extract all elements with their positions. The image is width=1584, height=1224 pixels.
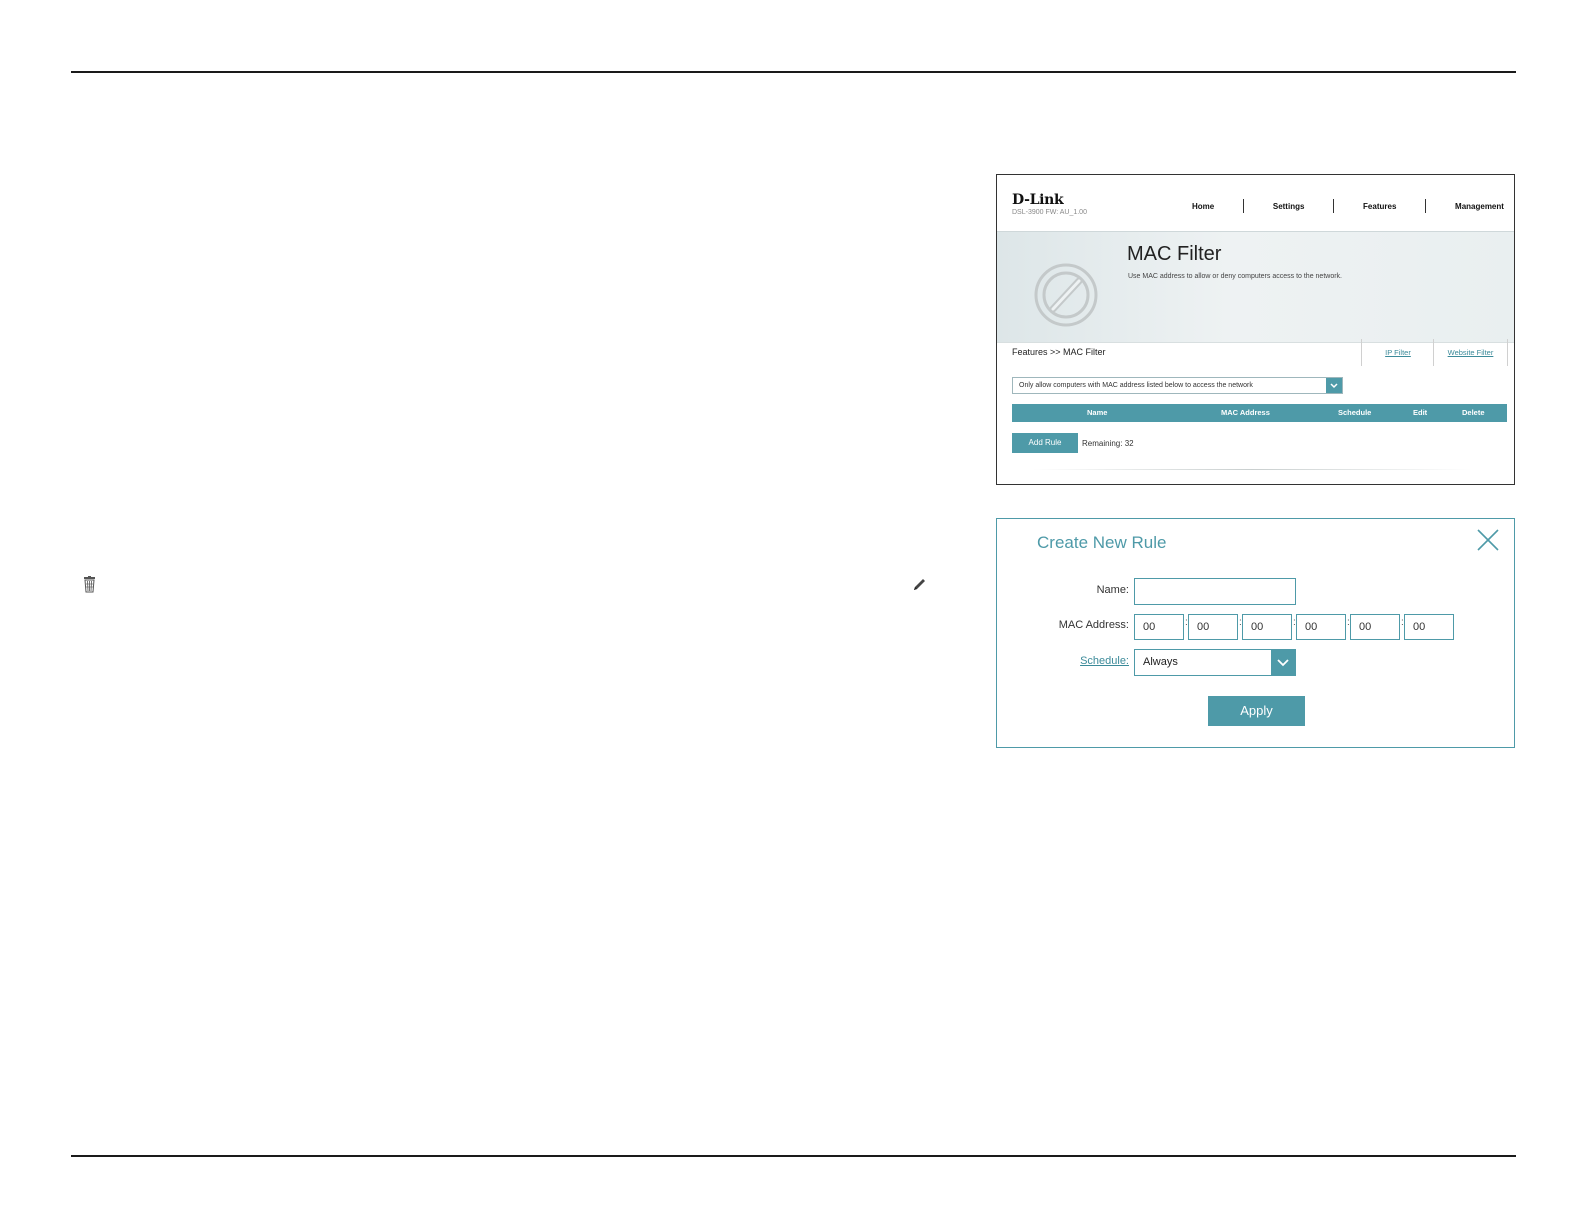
main-nav: Home Settings Features Management (1192, 199, 1504, 213)
col-delete: Delete (1462, 408, 1485, 417)
filter-mode-value: Only allow computers with MAC address li… (1019, 382, 1253, 389)
select-arrow (1326, 378, 1342, 393)
nav-divider (1425, 199, 1427, 213)
nav-settings[interactable]: Settings (1273, 202, 1305, 211)
apply-button[interactable]: Apply (1208, 696, 1305, 726)
nav-features[interactable]: Features (1363, 202, 1396, 211)
dlink-logo: D-Link (1012, 192, 1064, 208)
schedule-select[interactable]: Always (1134, 649, 1296, 676)
bottom-rule (71, 1155, 1516, 1157)
col-name: Name (1087, 408, 1108, 417)
blocked-icon (1034, 263, 1098, 327)
schedule-link[interactable]: Schedule: (1009, 655, 1129, 667)
close-icon[interactable] (1476, 528, 1500, 552)
name-field[interactable] (1134, 578, 1296, 605)
dialog-title: Create New Rule (1037, 533, 1167, 552)
create-rule-dialog: Create New Rule Name: MAC Address: 00 : … (996, 518, 1515, 748)
col-schedule: Schedule (1338, 408, 1372, 417)
ip-filter-link[interactable]: IP Filter (1361, 339, 1434, 366)
col-edit: Edit (1413, 408, 1428, 417)
mac-filter-screenshot: D-Link DSL-3900 FW: AU_1.00 Home Setting… (996, 174, 1515, 485)
remaining-count: Remaining: 32 (1082, 439, 1134, 448)
nav-management[interactable]: Management (1455, 202, 1504, 211)
col-mac-address: MAC Address (1221, 408, 1270, 417)
mac-octet-4[interactable]: 00 (1296, 614, 1346, 640)
pencil-icon (914, 579, 925, 590)
trash-icon (84, 576, 95, 593)
mac-octet-2[interactable]: 00 (1188, 614, 1238, 640)
top-rule (71, 71, 1516, 73)
chevron-down-icon (1277, 659, 1289, 667)
mac-octet-1[interactable]: 00 (1134, 614, 1184, 640)
mac-octet-5[interactable]: 00 (1350, 614, 1400, 640)
rules-table-header: Name MAC Address Schedule Edit Delete (1012, 404, 1507, 422)
breadcrumb: Features >> MAC Filter (1012, 347, 1106, 357)
model-info: DSL-3900 FW: AU_1.00 (1012, 209, 1087, 216)
chevron-down-icon (1330, 383, 1338, 389)
nav-divider (1243, 199, 1245, 213)
select-arrow (1271, 650, 1295, 675)
nav-divider (1333, 199, 1335, 213)
filter-mode-select[interactable]: Only allow computers with MAC address li… (1012, 377, 1343, 394)
mac-octet-6[interactable]: 00 (1404, 614, 1454, 640)
schedule-value: Always (1143, 656, 1178, 668)
divider (1032, 469, 1472, 470)
page-header: MAC Filter Use MAC address to allow or d… (997, 231, 1514, 343)
page-description: Use MAC address to allow or deny compute… (1128, 273, 1342, 280)
nav-home[interactable]: Home (1192, 202, 1214, 211)
top-bar: D-Link DSL-3900 FW: AU_1.00 Home Setting… (997, 175, 1514, 231)
add-rule-button[interactable]: Add Rule (1012, 433, 1078, 453)
page-title: MAC Filter (1127, 243, 1222, 265)
name-label: Name: (1096, 584, 1129, 596)
website-filter-link[interactable]: Website Filter (1433, 339, 1508, 366)
mac-address-label: MAC Address: (1058, 619, 1129, 631)
mac-octet-3[interactable]: 00 (1242, 614, 1292, 640)
